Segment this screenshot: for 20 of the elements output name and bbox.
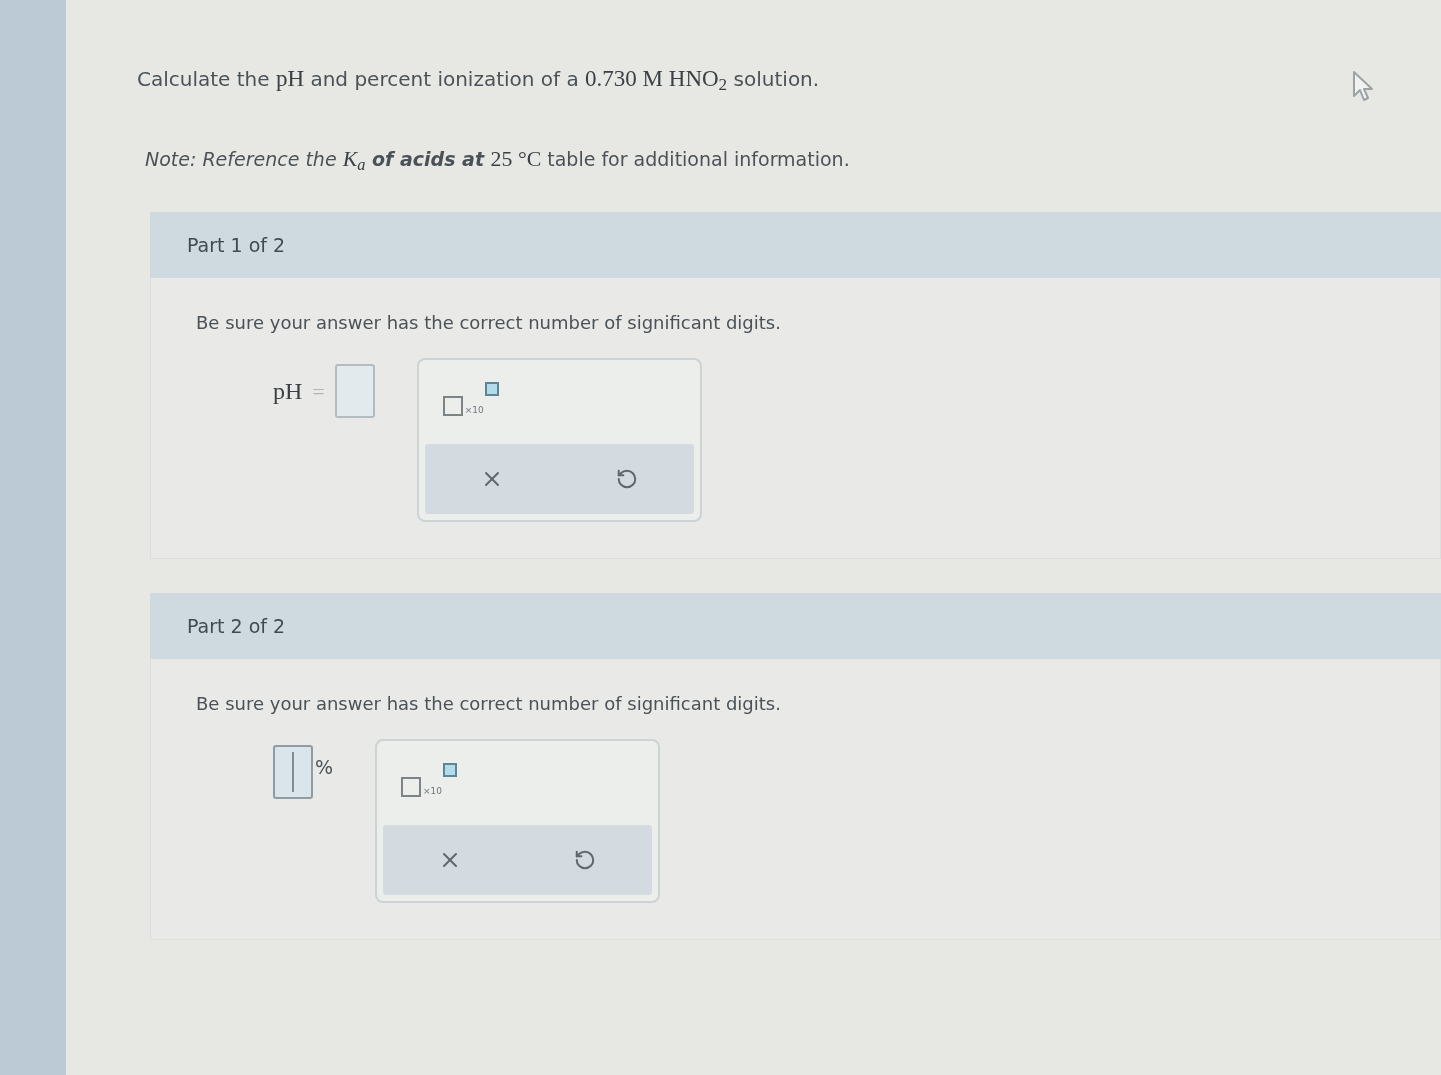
exponent-template-button[interactable]: ×10	[399, 763, 460, 797]
part-title: Part 2 of 2	[187, 613, 286, 639]
undo-icon	[573, 849, 596, 871]
square-icon	[401, 777, 422, 797]
exponent-template-button[interactable]: ×10	[440, 382, 501, 416]
answer-label: pH	[273, 377, 303, 406]
instruction-text: Be sure your answer has the correct number of significant digits.	[196, 311, 782, 335]
instruction-text: Be sure your answer has the correct number of significant digits.	[196, 692, 782, 716]
note-text: Note: Reference the K$_{a}$ of acids at 25 °C table for additional information.	[145, 146, 851, 176]
undo-icon	[615, 468, 638, 490]
answer-field[interactable]	[334, 364, 375, 418]
unit-label: %	[315, 755, 334, 780]
text-cursor-icon	[292, 752, 294, 792]
square-icon	[442, 396, 463, 416]
answer-field[interactable]	[273, 745, 313, 799]
superscript-square-icon	[443, 763, 458, 777]
part-title: Part 1 of 2	[187, 232, 286, 258]
question-text: Calculate the pH and percent ionization of a 0.730 M HNO$_{2}$ solution.	[137, 65, 820, 96]
superscript-square-icon	[484, 382, 499, 396]
equals-sign: =	[312, 377, 325, 406]
